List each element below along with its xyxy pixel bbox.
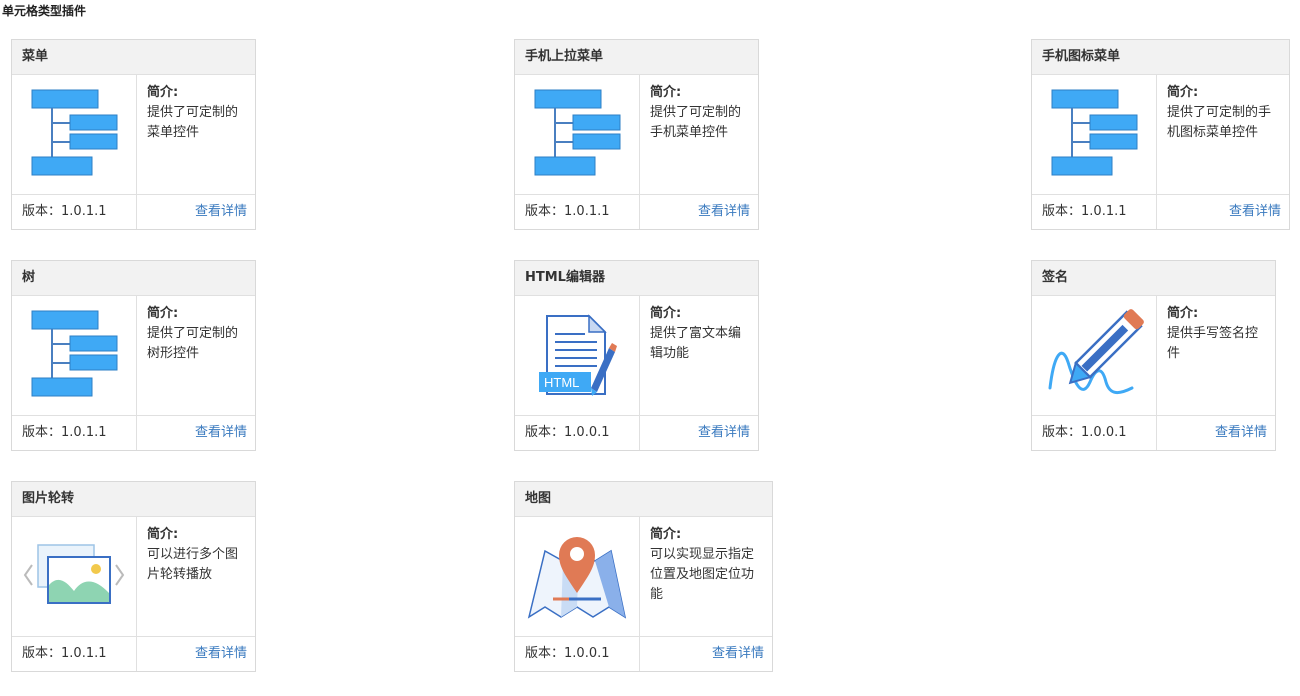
description-text: 可以实现显示指定位置及地图定位功能: [650, 547, 755, 602]
html-label: HTML: [544, 375, 579, 390]
description-label: 简介:: [1167, 85, 1199, 100]
view-details-link[interactable]: 查看详情: [712, 637, 764, 671]
plugin-card-mobile-pullup-menu: 手机上拉菜单 简介: 提供了可定制的手机菜单控件 版本：1.0.1.1 查看详情: [514, 39, 759, 230]
view-details-link[interactable]: 查看详情: [1215, 416, 1267, 450]
card-title: 图片轮转: [12, 482, 255, 517]
version-text: 版本：1.0.1.1: [525, 204, 610, 219]
card-title: 菜单: [12, 40, 255, 75]
description-text: 提供了富文本编辑功能: [650, 326, 742, 361]
menu-tree-icon: [515, 75, 640, 194]
plugin-card-image-carousel: 图片轮转 简介: 可以进行多个图片轮转播放 版本：1.0.1.1 查看详情: [11, 481, 256, 672]
signature-pen-icon: [1032, 296, 1157, 415]
view-details-link[interactable]: 查看详情: [195, 637, 247, 671]
card-title: 树: [12, 261, 255, 296]
card-title: 签名: [1032, 261, 1275, 296]
page-title: 单元格类型插件: [2, 4, 87, 18]
description-label: 简介:: [650, 527, 682, 542]
card-title: HTML编辑器: [515, 261, 758, 296]
map-pin-icon: [515, 517, 640, 636]
version-text: 版本：1.0.1.1: [1042, 204, 1127, 219]
description-text: 提供了可定制的手机图标菜单控件: [1167, 105, 1272, 140]
menu-tree-icon: [1032, 75, 1157, 194]
image-carousel-icon: [12, 517, 137, 636]
plugin-card-mobile-icon-menu: 手机图标菜单 简介: 提供了可定制的手机图标菜单控件 版本：1.0.1.1 查看…: [1031, 39, 1290, 230]
description-label: 简介:: [1167, 306, 1199, 321]
version-text: 版本：1.0.1.1: [22, 204, 107, 219]
description-text: 提供了可定制的菜单控件: [147, 105, 239, 140]
view-details-link[interactable]: 查看详情: [195, 195, 247, 229]
description-label: 简介:: [147, 306, 179, 321]
plugin-card-signature: 签名 简介: 提供手写签名控件 版本：1.0.0.1 查看详情: [1031, 260, 1276, 451]
view-details-link[interactable]: 查看详情: [698, 195, 750, 229]
plugin-card-tree: 树 简介: 提供了可定制的树形控件 版本：1.0.1.1 查看详情: [11, 260, 256, 451]
version-text: 版本：1.0.0.1: [525, 425, 610, 440]
version-text: 版本：1.0.1.1: [22, 425, 107, 440]
description-text: 提供了可定制的手机菜单控件: [650, 105, 742, 140]
plugin-card-menu: 菜单 简介: 提供了可定制的菜单控件 版本：1.0.1.1 查看详情: [11, 39, 256, 230]
view-details-link[interactable]: 查看详情: [698, 416, 750, 450]
card-title: 手机图标菜单: [1032, 40, 1289, 75]
menu-tree-icon: [12, 75, 137, 194]
description-label: 简介:: [147, 527, 179, 542]
version-text: 版本：1.0.0.1: [1042, 425, 1127, 440]
version-text: 版本：1.0.0.1: [525, 646, 610, 661]
card-title: 手机上拉菜单: [515, 40, 758, 75]
description-text: 提供手写签名控件: [1167, 326, 1259, 361]
html-editor-icon: HTML: [515, 296, 640, 415]
description-label: 简介:: [147, 85, 179, 100]
menu-tree-icon: [12, 296, 137, 415]
plugin-card-map: 地图 简介: 可以实现显示指定位置及地图定位功能 版本：1.0.0.1 查看详情: [514, 481, 773, 672]
plugin-card-html-editor: HTML编辑器 HTML 简介: 提供了富文本编辑功能 版本：1.0.0.1 查…: [514, 260, 759, 451]
view-details-link[interactable]: 查看详情: [195, 416, 247, 450]
description-label: 简介:: [650, 85, 682, 100]
view-details-link[interactable]: 查看详情: [1229, 195, 1281, 229]
description-text: 提供了可定制的树形控件: [147, 326, 239, 361]
description-label: 简介:: [650, 306, 682, 321]
description-text: 可以进行多个图片轮转播放: [147, 547, 239, 582]
card-title: 地图: [515, 482, 772, 517]
version-text: 版本：1.0.1.1: [22, 646, 107, 661]
